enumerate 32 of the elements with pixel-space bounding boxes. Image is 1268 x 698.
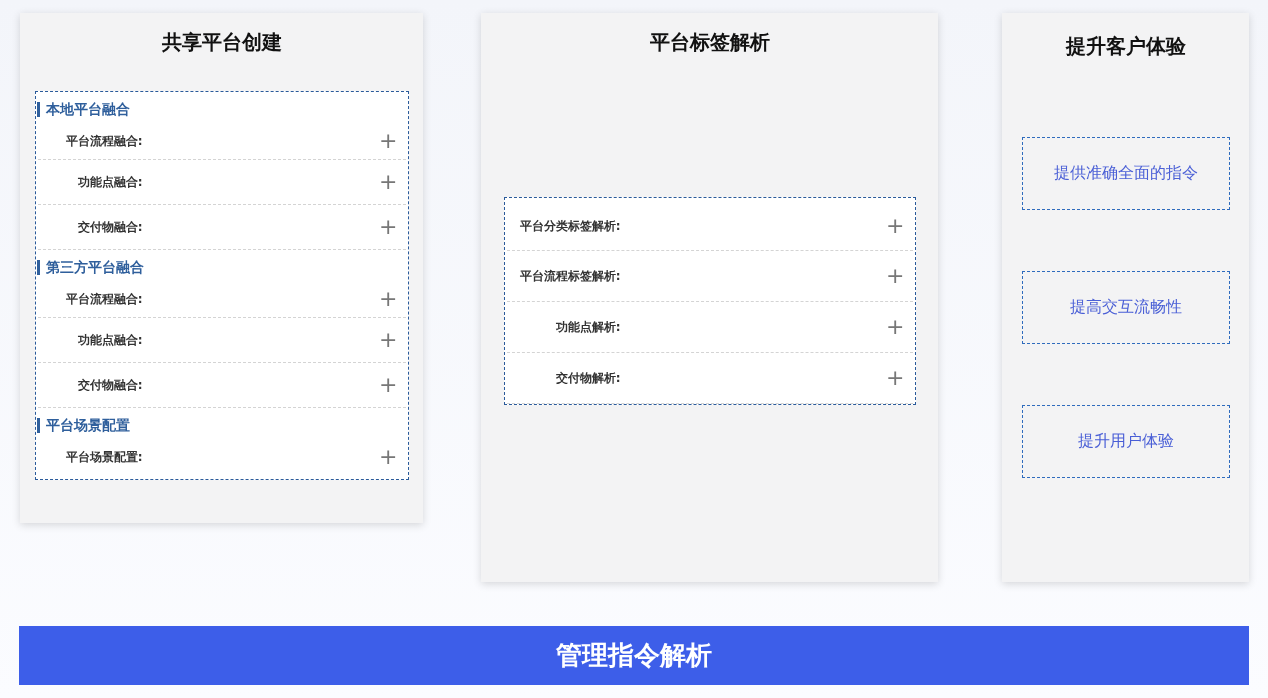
field-label: 交付物解析:: [554, 369, 621, 387]
field-label: 交付物融合:: [76, 376, 143, 394]
benefit-text: 提高交互流畅性: [1069, 297, 1182, 318]
add-button[interactable]: +: [379, 130, 398, 152]
benefit-text: 提供准确全面的指令: [1053, 163, 1198, 184]
field-label: 平台场景配置:: [64, 448, 143, 466]
add-button[interactable]: +: [886, 316, 905, 338]
add-button[interactable]: +: [886, 215, 905, 237]
add-button[interactable]: +: [379, 216, 398, 238]
section-heading: 平台场景配置: [36, 418, 408, 433]
field-label: 功能点解析:: [554, 318, 621, 336]
add-button[interactable]: +: [886, 367, 905, 389]
field-label: 平台流程融合:: [64, 290, 143, 308]
add-button[interactable]: +: [379, 288, 398, 310]
field-label: 功能点融合:: [76, 173, 143, 191]
card-title: 平台标签解析: [648, 29, 771, 56]
section-heading: 第三方平台融合: [36, 260, 408, 275]
field-label: 功能点融合:: [76, 331, 143, 349]
add-button[interactable]: +: [379, 171, 398, 193]
card-title: 共享平台创建: [160, 29, 283, 56]
field-label: 平台分类标签解析:: [518, 217, 621, 235]
add-button[interactable]: +: [886, 265, 905, 287]
add-button[interactable]: +: [379, 374, 398, 396]
banner-title: 管理指令解析: [19, 626, 1249, 685]
card-title: 提升客户体验: [1064, 33, 1187, 60]
field-label: 交付物融合:: [76, 218, 143, 236]
add-button[interactable]: +: [379, 329, 398, 351]
section-heading: 本地平台融合: [36, 102, 408, 117]
field-label: 平台流程融合:: [64, 132, 143, 150]
field-label: 平台流程标签解析:: [518, 267, 621, 285]
add-button[interactable]: +: [379, 446, 398, 468]
benefit-text: 提升用户体验: [1077, 431, 1174, 452]
